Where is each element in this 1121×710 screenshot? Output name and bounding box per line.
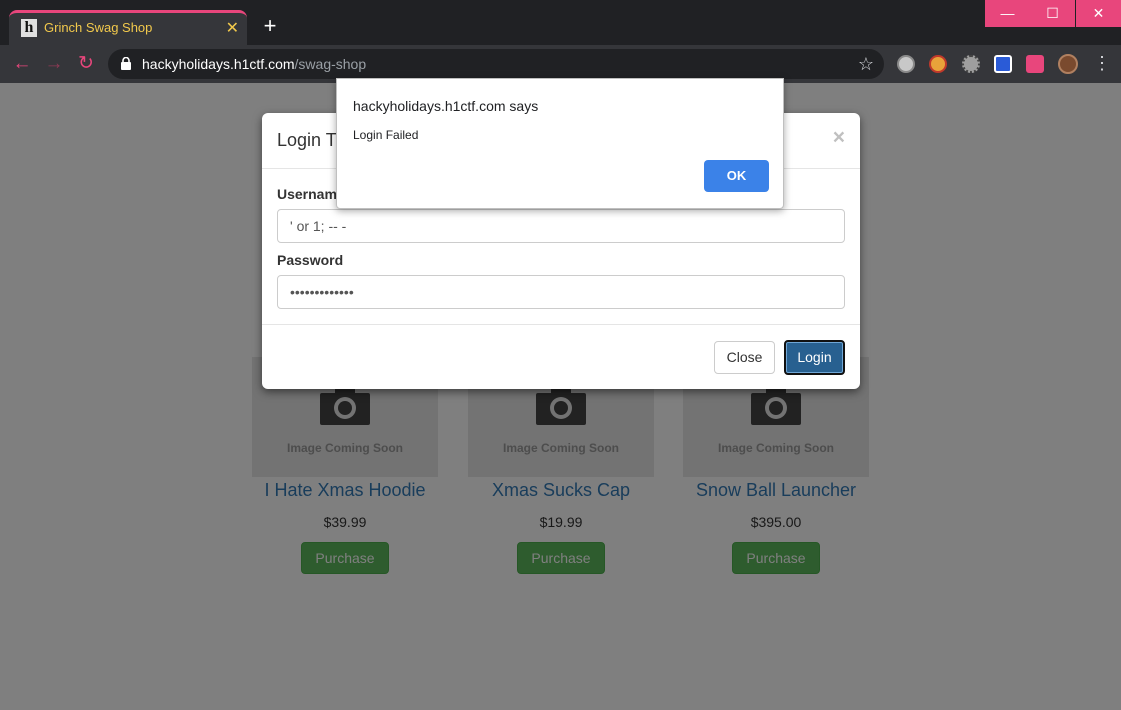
extension-icon-3[interactable] bbox=[962, 55, 980, 73]
window-close-button[interactable]: ✕ bbox=[1076, 0, 1121, 27]
tab-favicon: h bbox=[21, 19, 37, 37]
alert-origin-text: hackyholidays.h1ctf.com says bbox=[353, 98, 539, 114]
star-icon[interactable]: ☆ bbox=[858, 54, 874, 75]
username-input[interactable] bbox=[277, 209, 845, 243]
menu-icon[interactable]: ⋮ bbox=[1093, 53, 1111, 74]
extension-icon-4[interactable] bbox=[994, 55, 1012, 73]
extension-icon-1[interactable] bbox=[897, 55, 915, 73]
browser-tab[interactable]: h Grinch Swag Shop ✕ bbox=[9, 10, 247, 45]
window-maximize-button[interactable]: ☐ bbox=[1030, 0, 1075, 27]
tab-close-icon[interactable]: ✕ bbox=[226, 18, 239, 38]
modal-footer: Close Login bbox=[262, 324, 860, 389]
reload-icon[interactable]: ↻ bbox=[75, 53, 97, 75]
close-button[interactable]: Close bbox=[714, 341, 775, 374]
new-tab-button[interactable]: + bbox=[258, 15, 282, 39]
username-label: Usernam bbox=[277, 186, 337, 202]
back-arrow-icon[interactable]: ← bbox=[11, 53, 33, 75]
alert-dialog: hackyholidays.h1ctf.com says Login Faile… bbox=[336, 78, 784, 209]
puzzle-icon[interactable] bbox=[1026, 55, 1044, 73]
alert-ok-button[interactable]: OK bbox=[704, 160, 769, 192]
forward-arrow-icon[interactable]: → bbox=[43, 53, 65, 75]
password-input[interactable] bbox=[277, 275, 845, 309]
url-text: hackyholidays.h1ctf.com/swag-shop bbox=[142, 56, 366, 72]
login-button[interactable]: Login bbox=[784, 340, 845, 375]
profile-avatar[interactable] bbox=[1058, 54, 1078, 74]
browser-titlebar: h Grinch Swag Shop ✕ + — ☐ ✕ bbox=[0, 0, 1121, 45]
modal-close-icon[interactable]: × bbox=[833, 126, 845, 150]
url-path: /swag-shop bbox=[294, 56, 367, 72]
modal-title: Login T bbox=[277, 130, 337, 150]
window-minimize-button[interactable]: — bbox=[985, 0, 1030, 27]
lock-icon bbox=[121, 57, 131, 70]
tab-title: Grinch Swag Shop bbox=[44, 20, 153, 35]
extension-icon-2[interactable] bbox=[929, 55, 947, 73]
url-host: hackyholidays.h1ctf.com bbox=[142, 56, 295, 72]
address-bar[interactable]: hackyholidays.h1ctf.com/swag-shop ☆ bbox=[108, 49, 884, 79]
alert-message: Login Failed bbox=[353, 128, 419, 142]
password-label: Password bbox=[277, 252, 344, 268]
